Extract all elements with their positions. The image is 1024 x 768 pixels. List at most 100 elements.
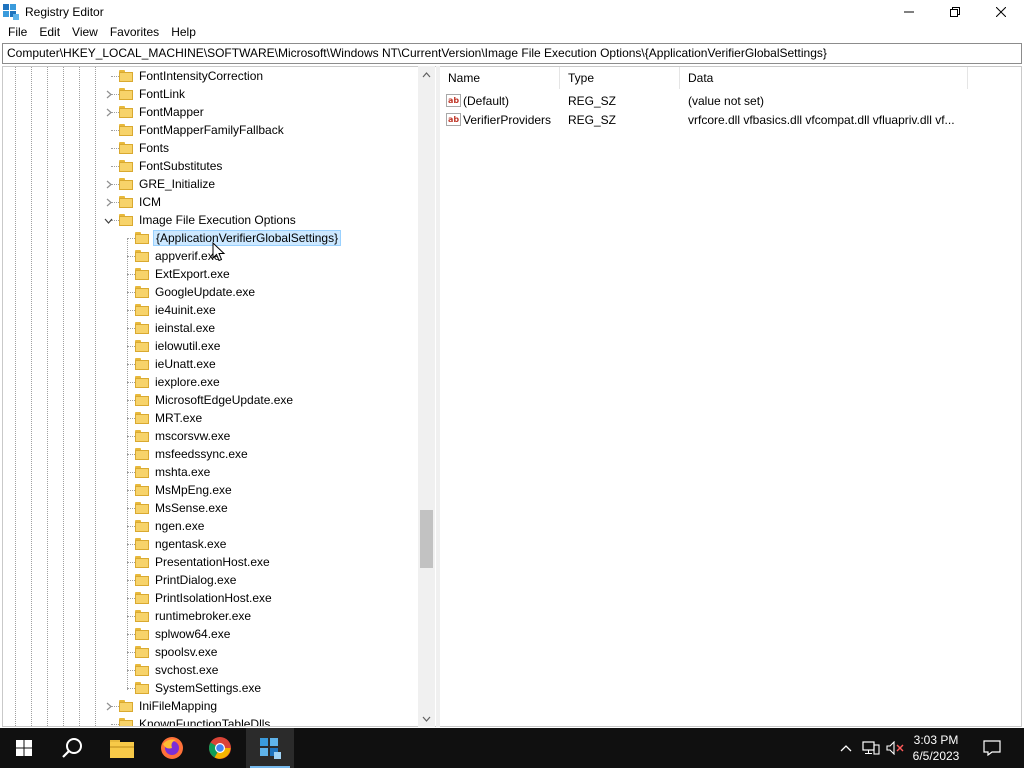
tree-subkey[interactable]: ngentask.exe — [3, 535, 419, 553]
tree-subkey[interactable]: MRT.exe — [3, 409, 419, 427]
minimize-icon — [904, 11, 914, 12]
tree-subkey[interactable]: {ApplicationVerifierGlobalSettings} — [3, 229, 419, 247]
tree-subkey[interactable]: MsMpEng.exe — [3, 481, 419, 499]
chevron-up-icon[interactable] — [836, 728, 856, 768]
chrome-icon[interactable] — [196, 728, 244, 768]
tree-key-label: FontIntensityCorrection — [139, 69, 264, 83]
tree-connector-line — [127, 562, 135, 563]
menu-edit[interactable]: Edit — [33, 23, 66, 42]
tree-connector-line — [111, 724, 119, 725]
network-icon[interactable] — [860, 728, 882, 768]
tree-key[interactable]: FontLink — [3, 85, 419, 103]
column-header-type[interactable]: Type — [560, 67, 680, 89]
tree-key-label: FontSubstitutes — [139, 159, 223, 173]
menu-file[interactable]: File — [2, 23, 33, 42]
tree-subkey[interactable]: mscorsvw.exe — [3, 427, 419, 445]
column-header-name[interactable]: Name — [440, 67, 560, 89]
tree-subkey[interactable]: GoogleUpdate.exe — [3, 283, 419, 301]
folder-icon — [135, 646, 149, 658]
tree-key-label: ieinstal.exe — [155, 321, 216, 335]
tree-key-label: KnownFunctionTableDlls — [139, 717, 271, 727]
tree-subkey[interactable]: spoolsv.exe — [3, 643, 419, 661]
tree-subkey[interactable]: ieUnatt.exe — [3, 355, 419, 373]
taskbar-clock[interactable]: 3:03 PM 6/5/2023 — [906, 732, 966, 764]
tree-subkey[interactable]: PrintDialog.exe — [3, 571, 419, 589]
title-bar: Registry Editor — [0, 0, 1024, 23]
tree-subkey[interactable]: svchost.exe — [3, 661, 419, 679]
tree-connector-line — [127, 490, 135, 491]
chevron-down-icon[interactable] — [104, 216, 113, 225]
chevron-right-icon[interactable] — [104, 108, 113, 117]
key-tree[interactable]: FontIntensityCorrection FontLink FontMappe… — [2, 66, 436, 727]
chevron-right-icon[interactable] — [104, 180, 113, 189]
scroll-up-arrow-icon[interactable] — [418, 66, 435, 83]
tree-key[interactable]: Fonts — [3, 139, 419, 157]
tree-subkey[interactable]: PrintIsolationHost.exe — [3, 589, 419, 607]
folder-icon — [135, 556, 149, 568]
tree-connector-line — [127, 688, 135, 689]
minimize-button[interactable] — [886, 0, 932, 23]
tree-key-label: splwow64.exe — [155, 627, 231, 641]
tree-subkey[interactable]: splwow64.exe — [3, 625, 419, 643]
tree-subkey[interactable]: msfeedssync.exe — [3, 445, 419, 463]
close-button[interactable] — [978, 0, 1024, 23]
tree-key[interactable]: FontSubstitutes — [3, 157, 419, 175]
tree-connector-line — [127, 238, 135, 239]
folder-icon — [119, 124, 133, 136]
tree-subkey[interactable]: ieinstal.exe — [3, 319, 419, 337]
tree-key[interactable]: KnownFunctionTableDlls — [3, 715, 419, 727]
tree-key[interactable]: FontMapperFamilyFallback — [3, 121, 419, 139]
tree-subkey[interactable]: runtimebroker.exe — [3, 607, 419, 625]
folder-icon — [135, 538, 149, 550]
file-explorer-icon[interactable] — [98, 728, 146, 768]
tree-key[interactable]: IniFileMapping — [3, 697, 419, 715]
chevron-right-icon[interactable] — [104, 90, 113, 99]
tree-key-label: FontMapper — [139, 105, 204, 119]
tree-key[interactable]: ICM — [3, 193, 419, 211]
value-row[interactable]: ab VerifierProviders REG_SZ vrfcore.dll … — [440, 110, 1020, 129]
tree-key-label: FontLink — [139, 87, 186, 101]
tree-subkey[interactable]: SystemSettings.exe — [3, 679, 419, 697]
search-icon[interactable] — [48, 728, 96, 768]
tree-key[interactable]: FontIntensityCorrection — [3, 67, 419, 85]
tree-scroll-thumb[interactable] — [420, 510, 433, 568]
tree-subkey[interactable]: mshta.exe — [3, 463, 419, 481]
column-header-data[interactable]: Data — [680, 67, 968, 89]
tree-subkey[interactable]: ExtExport.exe — [3, 265, 419, 283]
value-type: REG_SZ — [568, 112, 617, 127]
tree-scrollbar[interactable] — [418, 66, 435, 727]
tree-subkey[interactable]: ie4uinit.exe — [3, 301, 419, 319]
tree-connector-line — [127, 544, 135, 545]
chevron-right-icon[interactable] — [104, 198, 113, 207]
tree-subkey[interactable]: MicrosoftEdgeUpdate.exe — [3, 391, 419, 409]
value-type: REG_SZ — [568, 93, 617, 108]
volume-muted-icon[interactable] — [884, 728, 906, 768]
tree-key[interactable]: FontMapper — [3, 103, 419, 121]
tree-subkey[interactable]: ngen.exe — [3, 517, 419, 535]
scroll-down-arrow-icon[interactable] — [418, 710, 435, 727]
tree-key-label: PresentationHost.exe — [155, 555, 270, 569]
tree-subkey[interactable]: iexplore.exe — [3, 373, 419, 391]
tree-key-label: ieUnatt.exe — [155, 357, 216, 371]
firefox-icon[interactable] — [148, 728, 196, 768]
mouse-cursor-icon — [212, 242, 226, 262]
values-list[interactable]: Name Type Data ab (Default) REG_SZ (valu… — [440, 66, 1022, 727]
value-row[interactable]: ab (Default) REG_SZ (value not set) — [440, 91, 1020, 110]
tree-key[interactable]: Image File Execution Options — [3, 211, 419, 229]
tree-key-label: ngentask.exe — [155, 537, 227, 551]
tree-key[interactable]: GRE_Initialize — [3, 175, 419, 193]
tree-subkey[interactable]: MsSense.exe — [3, 499, 419, 517]
tree-subkey[interactable]: appverif.exe — [3, 247, 419, 265]
address-bar[interactable]: Computer\HKEY_LOCAL_MACHINE\SOFTWARE\Mic… — [2, 43, 1022, 64]
menu-favorites[interactable]: Favorites — [104, 23, 165, 42]
notifications-icon[interactable] — [978, 728, 1006, 768]
tree-subkey[interactable]: PresentationHost.exe — [3, 553, 419, 571]
menu-view[interactable]: View — [66, 23, 104, 42]
regedit-icon[interactable] — [246, 728, 294, 768]
tree-connector-line — [127, 400, 135, 401]
tree-subkey[interactable]: ielowutil.exe — [3, 337, 419, 355]
menu-help[interactable]: Help — [165, 23, 202, 42]
windows-start-icon[interactable] — [0, 728, 48, 768]
chevron-right-icon[interactable] — [104, 702, 113, 711]
restore-button[interactable] — [932, 0, 978, 23]
